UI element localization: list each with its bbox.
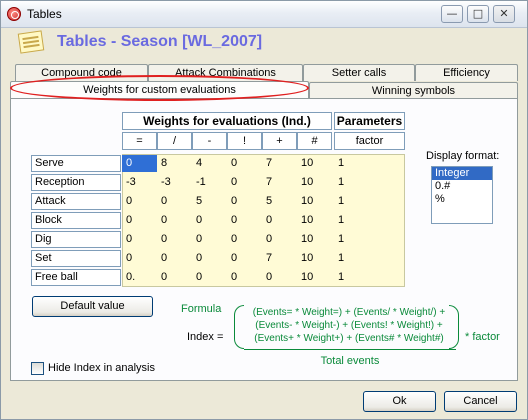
weight-cell[interactable]: 0	[262, 212, 297, 229]
weight-cell[interactable]: 0	[262, 231, 297, 248]
weight-cell[interactable]: 10	[297, 250, 332, 267]
weight-cell[interactable]: 0	[227, 174, 262, 191]
weight-cell[interactable]: 7	[262, 155, 297, 172]
row-label: Free ball	[31, 269, 121, 286]
hide-index-checkbox[interactable]	[31, 362, 44, 375]
column-header-equal[interactable]: =	[122, 132, 157, 150]
row-label: Serve	[31, 155, 121, 172]
weight-cell[interactable]: 0	[122, 212, 157, 229]
weight-cell[interactable]: 7	[262, 174, 297, 191]
tab-winning-symbols[interactable]: Winning symbols	[309, 82, 518, 99]
title-bar[interactable]: Tables — □ ✕	[1, 1, 527, 28]
weight-cell[interactable]: 0.	[122, 269, 157, 286]
weight-cell[interactable]: 0	[192, 269, 227, 286]
formula-fraction-bar	[244, 349, 456, 350]
weight-cell[interactable]: 0	[227, 193, 262, 210]
weight-cell[interactable]: 0	[227, 269, 262, 286]
factor-cell[interactable]: 1	[334, 193, 405, 210]
tab-setter-calls[interactable]: Setter calls	[303, 64, 415, 81]
display-format-label: Display format:	[426, 150, 500, 162]
weight-cell[interactable]: -1	[192, 174, 227, 191]
format-option-decimal[interactable]: 0.#	[432, 180, 492, 193]
column-header-factor[interactable]: factor	[334, 132, 405, 150]
app-logo-icon	[7, 7, 21, 21]
format-option-percent[interactable]: %	[432, 193, 492, 206]
weight-cell[interactable]: 0	[122, 193, 157, 210]
weight-cell[interactable]: 0	[227, 231, 262, 248]
column-header-hash[interactable]: #	[297, 132, 332, 150]
ok-button[interactable]: Ok	[363, 391, 436, 412]
factor-cell[interactable]: 1	[334, 174, 405, 191]
weight-cell[interactable]: 8	[157, 155, 192, 172]
formula-line-2: (Events- * Weight-) + (Events! * Weight!…	[255, 320, 443, 331]
maximize-icon[interactable]: □	[467, 5, 489, 23]
weights-group-header: Weights for evaluations (Ind.)	[122, 112, 332, 130]
tables-window: Tables — □ ✕ Tables - Season [WL_2007] C…	[0, 0, 528, 420]
weight-cell[interactable]: -3	[122, 174, 157, 191]
weight-cell[interactable]: 0	[157, 193, 192, 210]
weight-cell[interactable]: 4	[192, 155, 227, 172]
weight-cell[interactable]: 10	[297, 269, 332, 286]
tab-compound-code[interactable]: Compound code	[15, 64, 148, 81]
index-label: Index =	[187, 331, 224, 343]
weight-cell[interactable]: 7	[262, 250, 297, 267]
tab-attack-combinations[interactable]: Attack Combinations	[148, 64, 303, 81]
weight-cell[interactable]: 10	[297, 231, 332, 248]
weight-cell[interactable]: 10	[297, 212, 332, 229]
factor-cell[interactable]: 1	[334, 231, 405, 248]
formula-line-3: (Events+ * Weight+) + (Events# * Weight#…	[254, 333, 444, 344]
column-header-plus[interactable]: +	[262, 132, 297, 150]
row-label: Block	[31, 212, 121, 229]
factor-cell[interactable]: 1	[334, 155, 405, 172]
weight-cell[interactable]: 0	[157, 231, 192, 248]
row-label: Attack	[31, 193, 121, 210]
weight-cell[interactable]: 0	[157, 212, 192, 229]
row-label: Reception	[31, 174, 121, 191]
column-header-slash[interactable]: /	[157, 132, 192, 150]
hide-index-label[interactable]: Hide Index in analysis	[48, 362, 155, 374]
factor-cell[interactable]: 1	[334, 250, 405, 267]
formula-left-paren	[234, 305, 244, 349]
weight-cell[interactable]: 0	[157, 250, 192, 267]
factor-cell[interactable]: 1	[334, 212, 405, 229]
factor-cell[interactable]: 1	[334, 269, 405, 286]
tab-efficiency[interactable]: Efficiency	[415, 64, 518, 81]
formula-line-1: (Events= * Weight=) + (Events/ * Weight/…	[252, 307, 446, 318]
formula-factor: * factor	[465, 331, 500, 343]
weight-cell[interactable]: 10	[297, 174, 332, 191]
cancel-button[interactable]: Cancel	[444, 391, 517, 412]
weight-cell[interactable]: 0	[192, 231, 227, 248]
minimize-icon[interactable]: —	[441, 5, 463, 23]
weight-cell[interactable]: 0	[192, 250, 227, 267]
weight-cell[interactable]: -3	[157, 174, 192, 191]
parameters-group-header: Parameters	[334, 112, 405, 130]
weight-cell[interactable]: 5	[262, 193, 297, 210]
weight-cell[interactable]: 0	[122, 155, 157, 172]
column-header-minus[interactable]: -	[192, 132, 227, 150]
formula-denominator: Total events	[320, 355, 380, 367]
tables-notepad-icon	[15, 30, 47, 56]
formula-label: Formula	[181, 303, 222, 315]
weight-cell[interactable]: 0	[227, 155, 262, 172]
page-title: Tables - Season [WL_2007]	[57, 33, 263, 50]
close-icon[interactable]: ✕	[493, 5, 515, 23]
display-format-list[interactable]: Integer 0.# %	[431, 166, 493, 224]
weight-cell[interactable]: 10	[297, 155, 332, 172]
weight-cell[interactable]: 0	[262, 269, 297, 286]
row-label: Dig	[31, 231, 121, 248]
window-title: Tables	[27, 7, 62, 21]
weight-cell[interactable]: 10	[297, 193, 332, 210]
default-value-button[interactable]: Default value	[32, 296, 153, 317]
weight-cell[interactable]: 0	[122, 231, 157, 248]
weight-cell[interactable]: 0	[192, 212, 227, 229]
row-label: Set	[31, 250, 121, 267]
column-header-exclaim[interactable]: !	[227, 132, 262, 150]
weight-cell[interactable]: 5	[192, 193, 227, 210]
format-option-integer[interactable]: Integer	[432, 167, 492, 180]
weight-cell[interactable]: 0	[122, 250, 157, 267]
weight-cell[interactable]: 0	[157, 269, 192, 286]
weight-cell[interactable]: 0	[227, 250, 262, 267]
weight-cell[interactable]: 0	[227, 212, 262, 229]
